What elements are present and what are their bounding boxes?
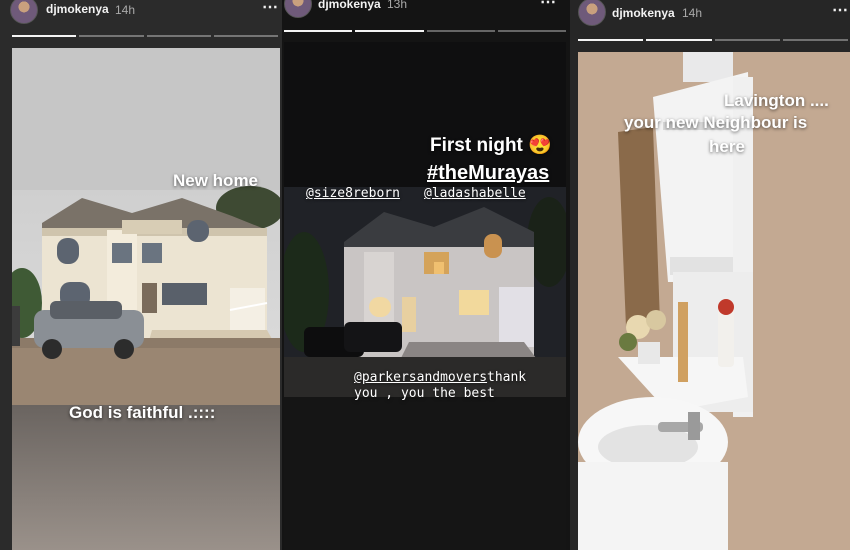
caption-new-neighbour: your new Neighbour is (624, 113, 808, 132)
story-panel-2[interactable]: djmokenya 13h ⋯ First night 😍 #theMuraya… (282, 0, 570, 550)
avatar[interactable] (284, 0, 312, 18)
house-night-photo (284, 42, 566, 550)
progress-bar (12, 35, 278, 37)
progress-segment (146, 35, 211, 37)
caption-new-home: New home (173, 171, 259, 190)
timestamp: 14h (115, 3, 136, 17)
mention-ladashabelle[interactable]: @ladashabelle (424, 186, 526, 201)
progress-segment (355, 30, 424, 32)
progress-segment (213, 35, 278, 37)
caption-you-the-best: you , you the best (354, 386, 495, 401)
progress-segment (646, 39, 712, 41)
progress-segment (714, 39, 780, 41)
mention-parkersandmovers[interactable]: @parkersandmovers (354, 370, 487, 385)
username[interactable]: djmokenya (46, 2, 109, 16)
more-options-icon[interactable]: ⋯ (832, 0, 849, 20)
caption-god-is-faithful: God is faithful .:::: (69, 403, 216, 422)
more-options-icon[interactable]: ⋯ (540, 0, 557, 12)
progress-segment (497, 30, 566, 32)
story-header: djmokenya 13h ⋯ (282, 0, 570, 40)
avatar[interactable] (10, 0, 38, 24)
progress-bar (578, 39, 848, 41)
progress-segment (578, 39, 644, 41)
timestamp: 14h (682, 6, 703, 20)
progress-segment (426, 30, 495, 32)
caption-first-night: First night 😍 (430, 135, 552, 156)
more-options-icon[interactable]: ⋯ (262, 0, 279, 17)
story-panel-3[interactable]: djmokenya 14h ⋯ Lavington .... your new … (570, 0, 850, 550)
progress-segment (284, 30, 353, 32)
avatar[interactable] (578, 0, 606, 26)
progress-segment (782, 39, 848, 41)
caption-thank: thank (487, 370, 527, 385)
story-panel-1[interactable]: djmokenya 14h ⋯ New home God is faithful… (0, 0, 282, 550)
hashtag-themurayas[interactable]: #theMurayas (427, 162, 549, 185)
username[interactable]: djmokenya (318, 0, 381, 11)
progress-segment (12, 35, 77, 37)
username[interactable]: djmokenya (612, 6, 675, 20)
caption-here: here (709, 137, 745, 156)
timestamp: 13h (387, 0, 408, 11)
caption-lavington: Lavington .... (724, 91, 829, 110)
house-photo (12, 48, 280, 550)
story-header: djmokenya 14h ⋯ (0, 0, 282, 40)
progress-segment (79, 35, 144, 37)
progress-bar (284, 30, 566, 32)
story-header: djmokenya 14h ⋯ (570, 0, 850, 40)
mention-size8reborn[interactable]: @size8reborn (306, 186, 400, 201)
